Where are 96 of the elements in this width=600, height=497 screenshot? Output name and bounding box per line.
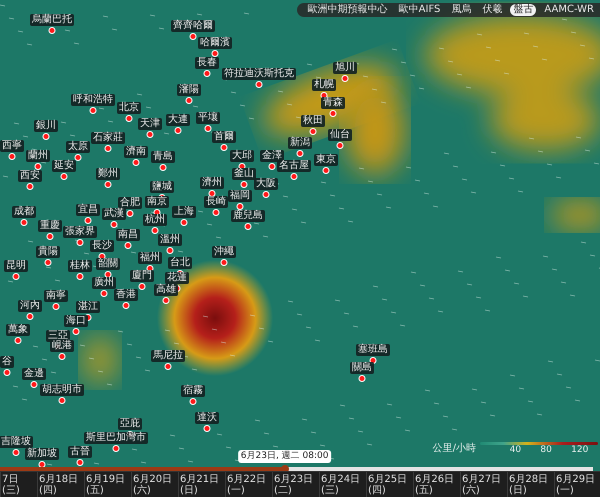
city-label: 成都 — [12, 206, 36, 218]
legend-unit: 公里/小時 — [432, 442, 476, 455]
city-label: 南寧 — [44, 290, 68, 302]
city-label: 谷 — [0, 356, 14, 368]
city-label: 首爾 — [212, 131, 236, 143]
city-label: 武漢 — [102, 208, 126, 220]
city-label: 宿霧 — [181, 385, 205, 397]
model-tab[interactable]: 歐中AIFS — [396, 4, 444, 16]
city-label: 濟州 — [200, 177, 224, 189]
city-label: 秋田 — [301, 115, 325, 127]
city-label: 石家莊 — [91, 132, 125, 144]
city-label: 太原 — [66, 141, 90, 153]
city-label: 旭川 — [333, 62, 357, 74]
city-label: 鹿兒島 — [231, 210, 265, 222]
city-label: 杭州 — [143, 214, 167, 226]
model-tab[interactable]: 歐洲中期預報中心 — [304, 4, 391, 16]
city-label: 馬尼拉 — [151, 350, 185, 362]
city-label: 合肥 — [118, 197, 142, 209]
city-label: 斯里巴加灣市 — [84, 432, 148, 444]
city-label: 福岡 — [228, 190, 252, 202]
city-label: 大邱 — [230, 150, 254, 162]
city-label: 長崎 — [204, 196, 228, 208]
city-label: 名古屋 — [277, 160, 311, 172]
time-tooltip: 6月23日, 週二 08:00 — [238, 450, 332, 463]
city-label: 韶關 — [96, 258, 120, 270]
city-label: 溫州 — [158, 234, 182, 246]
city-label: 符拉迪沃斯托克 — [222, 68, 296, 80]
city-label: 延安 — [52, 160, 76, 172]
city-label: 札幌 — [312, 79, 336, 91]
city-label: 鹽城 — [150, 181, 174, 193]
model-tab[interactable]: 風烏 — [448, 4, 474, 16]
city-label: 福州 — [138, 252, 162, 264]
city-label: 濟南 — [124, 146, 148, 158]
city-label: 瀋陽 — [177, 84, 201, 96]
city-label: 新加坡 — [25, 448, 59, 460]
scale-tick-label: 40 — [510, 445, 522, 455]
city-label: 貴陽 — [36, 246, 60, 258]
city-label: 廈門 — [130, 270, 154, 282]
city-label: 上海 — [172, 206, 196, 218]
city-label: 仙台 — [328, 129, 352, 141]
wind-speed-band — [550, 200, 600, 230]
city-label: 西安 — [18, 170, 42, 182]
city-label: 東京 — [314, 154, 338, 166]
city-label: 南昌 — [116, 229, 140, 241]
city-label: 齊齊哈爾 — [171, 20, 215, 32]
city-label: 天津 — [138, 118, 162, 130]
city-label: 長春 — [195, 57, 219, 69]
city-label: 花蓮 — [165, 272, 189, 284]
scale-tick-label: 120 — [571, 445, 588, 455]
city-label: 古晉 — [68, 446, 92, 458]
city-label: 胡志明市 — [40, 384, 84, 396]
city-label: 河內 — [18, 300, 42, 312]
city-label: 沖繩 — [212, 246, 236, 258]
city-label: 萬象 — [6, 324, 30, 336]
scale-tick-label: 80 — [540, 445, 552, 455]
city-label: 昆明 — [4, 260, 28, 272]
city-label: 塞班島 — [356, 344, 390, 356]
city-label: 平壤 — [196, 112, 220, 124]
city-label: 高雄 — [154, 284, 178, 296]
model-tab[interactable]: 伏羲 — [479, 4, 506, 16]
city-label: 宜昌 — [76, 204, 100, 216]
model-tab[interactable]: AAMC-WR — [541, 4, 597, 16]
city-label: 亞庇 — [118, 418, 142, 430]
city-label: 青島 — [151, 151, 175, 163]
location-dot-icon — [208, 190, 216, 197]
city-label: 廣州 — [92, 277, 116, 289]
city-label: 鄭州 — [96, 168, 120, 180]
city-label: 長沙 — [90, 240, 114, 252]
city-label: 大連 — [166, 114, 190, 126]
city-label: 西寧 — [0, 140, 24, 152]
location-dot-icon — [74, 154, 82, 161]
city-label: 新潟 — [288, 137, 312, 149]
city-label: 哈爾濱 — [198, 37, 232, 49]
city-label: 關島 — [350, 362, 374, 374]
city-label: 銀川 — [34, 120, 58, 132]
city-label: 吉隆坡 — [0, 436, 33, 448]
city-label: 北京 — [117, 102, 141, 114]
city-label: 台北 — [168, 257, 192, 269]
wind-speed-band — [82, 335, 118, 385]
city-label: 南京 — [145, 196, 169, 208]
city-label: 烏蘭巴托 — [30, 14, 74, 26]
city-label: 峴港 — [50, 340, 74, 352]
city-label: 釜山 — [232, 168, 256, 180]
city-label: 湛江 — [76, 301, 100, 313]
city-label: 達沃 — [195, 412, 219, 424]
city-label: 大阪 — [254, 178, 278, 190]
city-label: 香港 — [114, 289, 138, 301]
city-label: 海口 — [64, 315, 88, 327]
model-tab[interactable]: 盤古 — [510, 4, 536, 16]
city-label: 青森 — [321, 97, 345, 109]
city-label: 蘭州 — [26, 150, 50, 162]
city-label: 金邊 — [22, 368, 46, 380]
city-label: 呼和浩特 — [71, 94, 115, 106]
city-label: 重慶 — [38, 220, 62, 232]
city-label: 張家界 — [63, 226, 97, 238]
city-label: 桂林 — [68, 260, 92, 272]
